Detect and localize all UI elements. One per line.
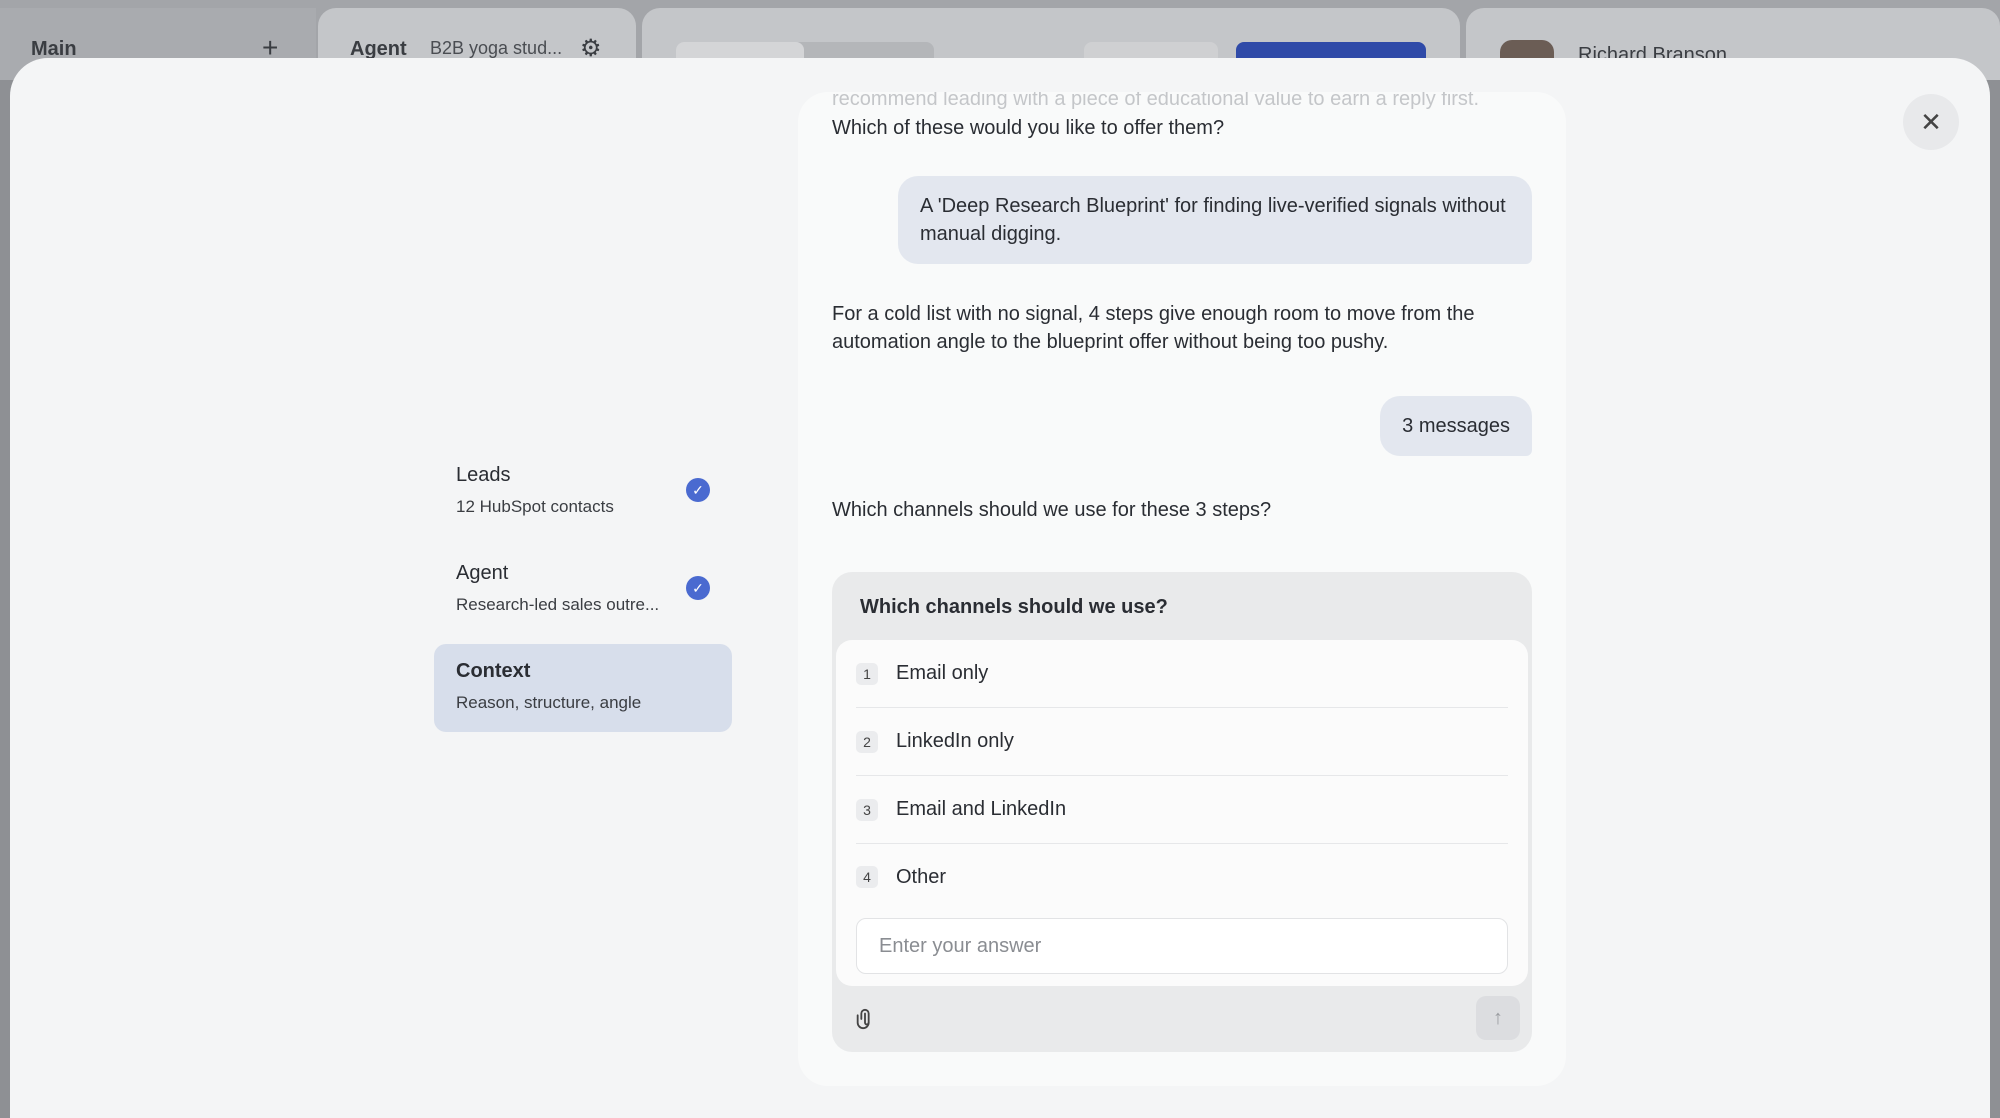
assistant-message: Which channels should we use for these 3…	[832, 499, 1272, 521]
answer-input[interactable]	[856, 918, 1508, 974]
send-button[interactable]: ↑	[1476, 996, 1520, 1040]
arrow-up-icon: ↑	[1493, 1006, 1503, 1029]
options-list: 1 Email only 2 LinkedIn only 3 Email and…	[836, 640, 1528, 986]
step-title: Context	[456, 660, 531, 682]
user-message: A 'Deep Research Blueprint' for finding …	[898, 176, 1532, 264]
setup-modal: ✕ Leads 12 HubSpot contacts ✓ Agent Rese…	[10, 58, 1990, 1118]
chat-panel: recommend leading with a piece of educat…	[798, 92, 1566, 1086]
question-card: Which channels should we use? 1 Email on…	[832, 572, 1532, 1052]
option-number: 4	[856, 866, 878, 888]
question-title: Which channels should we use?	[860, 596, 1168, 618]
option-email-and-linkedin[interactable]: 3 Email and LinkedIn	[856, 776, 1508, 844]
step-leads[interactable]: Leads 12 HubSpot contacts ✓	[434, 448, 732, 536]
chat-message-faded: recommend leading with a piece of educat…	[832, 92, 1480, 110]
close-button[interactable]: ✕	[1903, 94, 1959, 150]
user-message: 3 messages	[1380, 396, 1532, 456]
check-circle-icon: ✓	[686, 478, 710, 502]
step-title: Agent	[456, 562, 509, 584]
steps-list: Leads 12 HubSpot contacts ✓ Agent Resear…	[434, 448, 732, 742]
agent-subtitle: B2B yoga stud...	[430, 38, 563, 58]
assistant-message: Which of these would you like to offer t…	[832, 117, 1225, 139]
step-agent[interactable]: Agent Research-led sales outre... ✓	[434, 546, 732, 634]
option-number: 3	[856, 798, 878, 821]
option-number: 2	[856, 730, 878, 753]
step-title: Leads	[456, 464, 511, 486]
paperclip-icon[interactable]	[854, 1008, 876, 1036]
step-context[interactable]: Context Reason, structure, angle	[434, 644, 732, 732]
option-label: Email only	[896, 662, 989, 684]
step-subtitle: Reason, structure, angle	[456, 693, 642, 712]
option-label: LinkedIn only	[896, 730, 1014, 752]
close-icon: ✕	[1920, 106, 1942, 137]
option-label: Other	[896, 865, 947, 888]
option-label: Email and LinkedIn	[896, 798, 1067, 820]
assistant-message: For a cold list with no signal, 4 steps …	[832, 303, 1475, 353]
option-other[interactable]: 4 Other	[856, 844, 1508, 910]
option-email-only[interactable]: 1 Email only	[856, 640, 1508, 708]
option-number: 1	[856, 662, 878, 685]
step-subtitle: 12 HubSpot contacts	[456, 497, 614, 516]
check-circle-icon: ✓	[686, 576, 710, 600]
step-subtitle: Research-led sales outre...	[456, 595, 660, 614]
option-linkedin-only[interactable]: 2 LinkedIn only	[856, 708, 1508, 776]
